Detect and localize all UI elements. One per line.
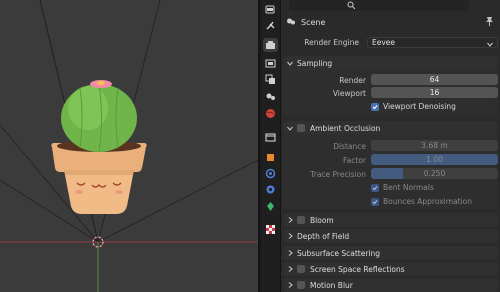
chevron-right-icon (283, 233, 297, 239)
depth-of-field-title: Depth of Field (297, 231, 350, 241)
modifier-icon[interactable] (263, 166, 278, 180)
subsurface-scattering-title: Subsurface Scattering (297, 248, 381, 258)
bent-normals-checkbox[interactable]: Bent Normals (371, 183, 434, 192)
scene-icon[interactable] (263, 89, 278, 103)
physics-icon[interactable] (263, 182, 278, 196)
output-icon[interactable] (263, 56, 278, 70)
motion-blur-checkbox[interactable] (297, 281, 305, 289)
properties-editor: Scene Render Engine Eevee Sampling Rende… (261, 0, 500, 292)
chevron-right-icon (283, 282, 297, 288)
render-icon[interactable] (263, 38, 278, 52)
trace-precision-value: 0.250 (423, 169, 446, 178)
distance-field[interactable]: 3.68 m (371, 140, 498, 151)
scene-label: Scene (301, 17, 326, 27)
viewport-samples-field[interactable]: 16 (371, 87, 498, 98)
editor-type-icon[interactable] (263, 2, 278, 16)
viewport-denoising-checkbox[interactable]: Viewport Denoising (371, 102, 456, 111)
checkmark-icon (371, 183, 379, 192)
chevron-down-icon (283, 61, 297, 66)
data-icon[interactable] (263, 199, 278, 213)
distance-label: Distance (333, 142, 366, 151)
search-icon (347, 1, 356, 12)
world-icon[interactable] (263, 106, 278, 120)
motion-blur-title: Motion Blur (310, 280, 353, 290)
viewport-scene (0, 0, 258, 292)
factor-value: 1.00 (426, 155, 443, 164)
texture-icon[interactable] (263, 222, 278, 236)
trace-precision-label: Trace Precision (310, 170, 366, 179)
view-layer-icon[interactable] (263, 72, 278, 86)
ambient-occlusion-checkbox[interactable] (297, 124, 305, 132)
3d-viewport[interactable] (0, 0, 258, 292)
pin-icon[interactable] (485, 16, 494, 28)
bloom-panel-header[interactable]: Bloom (283, 213, 498, 227)
screen-space-reflections-title: Screen Space Reflections (310, 264, 405, 274)
search-field[interactable] (289, 0, 469, 11)
scene-context-icon (286, 16, 296, 28)
render-samples-field[interactable]: 64 (371, 74, 498, 85)
chevron-right-icon (283, 250, 297, 256)
subsurface-scattering-panel-header[interactable]: Subsurface Scattering (283, 246, 498, 260)
chevron-right-icon (283, 266, 297, 272)
checkmark-icon (371, 197, 379, 206)
render-samples-value: 64 (429, 75, 440, 84)
bent-normals-label: Bent Normals (383, 183, 434, 192)
trace-precision-slider-fill (371, 168, 403, 179)
viewport-samples-value: 16 (429, 88, 440, 97)
chevron-right-icon (283, 217, 297, 223)
sampling-panel-header[interactable]: Sampling (283, 56, 498, 70)
ambient-occlusion-title: Ambient Occlusion (310, 123, 381, 133)
render-engine-dropdown[interactable]: Eevee (367, 37, 498, 48)
tool-icon[interactable] (263, 18, 278, 32)
render-engine-label: Render Engine (304, 38, 359, 47)
context-breadcrumb: Scene (286, 14, 325, 30)
distance-value: 3.68 m (421, 141, 448, 150)
ambient-occlusion-panel-header[interactable]: Ambient Occlusion (283, 121, 498, 135)
chevron-down-icon (283, 126, 297, 131)
bounces-approximation-label: Bounces Approximation (383, 197, 472, 206)
render-samples-label: Render (339, 76, 366, 85)
bounces-approximation-checkbox[interactable]: Bounces Approximation (371, 197, 472, 206)
bloom-checkbox[interactable] (297, 216, 305, 224)
viewport-samples-label: Viewport (332, 89, 366, 98)
factor-label: Factor (343, 156, 366, 165)
motion-blur-panel-header[interactable]: Motion Blur (283, 278, 498, 292)
checkmark-icon (371, 102, 379, 111)
chevron-down-icon (487, 40, 493, 49)
collection-icon[interactable] (263, 130, 278, 144)
trace-precision-slider[interactable]: 0.250 (371, 168, 498, 179)
viewport-denoising-label: Viewport Denoising (383, 102, 456, 111)
screen-space-reflections-checkbox[interactable] (297, 265, 305, 273)
render-engine-value: Eevee (372, 38, 396, 47)
screen-space-reflections-panel-header[interactable]: Screen Space Reflections (283, 262, 498, 276)
factor-slider[interactable]: 1.00 (371, 154, 498, 165)
properties-tabs (261, 0, 281, 292)
object-icon[interactable] (263, 150, 278, 164)
depth-of-field-panel-header[interactable]: Depth of Field (283, 229, 498, 243)
sampling-title: Sampling (297, 58, 333, 68)
bloom-title: Bloom (310, 215, 334, 225)
